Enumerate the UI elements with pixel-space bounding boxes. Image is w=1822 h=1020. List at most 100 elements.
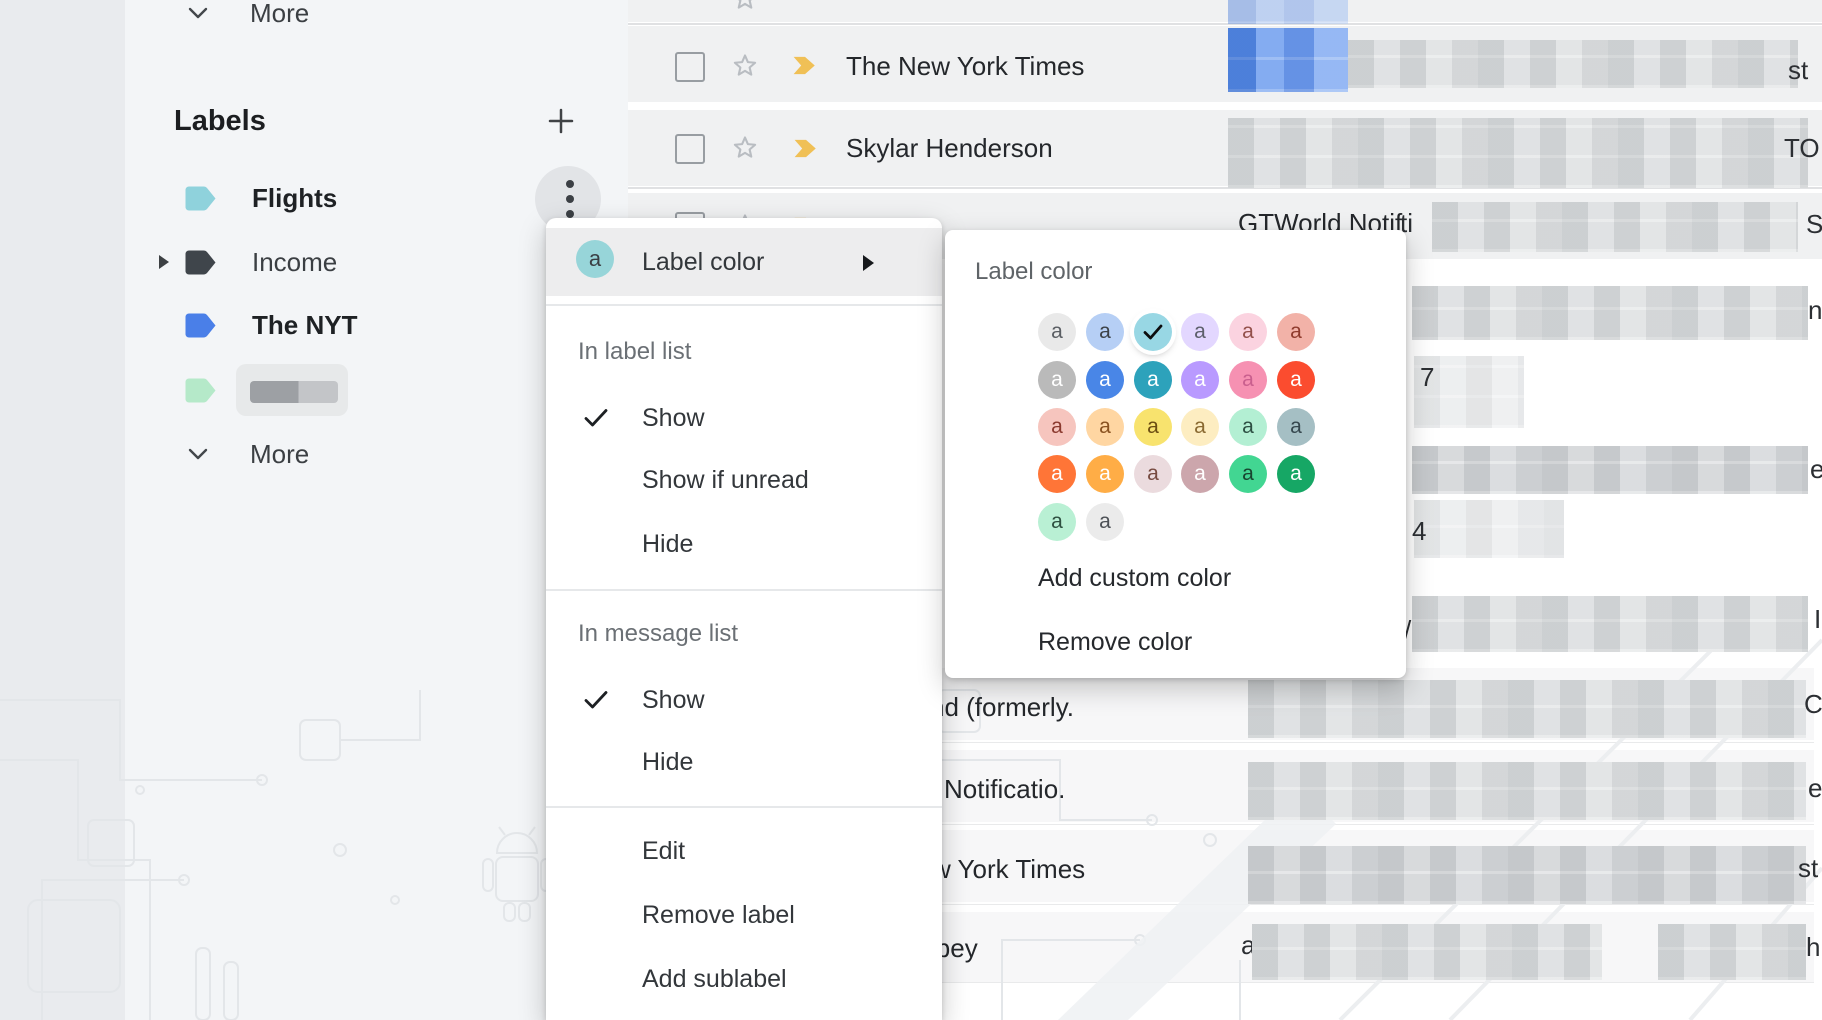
swatch-letter: a (1051, 462, 1063, 485)
menu-item-edit[interactable]: Edit (642, 835, 685, 867)
menu-divider (546, 589, 942, 591)
subject-fragment: e (1810, 453, 1822, 485)
color-swatch[interactable]: a (1277, 361, 1315, 399)
importance-marker-icon[interactable] (792, 54, 818, 77)
blurred-row (1414, 500, 1564, 558)
sidebar-label-flights[interactable]: Flights (252, 181, 337, 215)
menu-section-in-label-list: In label list (578, 336, 691, 368)
swatch-letter: a (1099, 368, 1111, 391)
color-swatch[interactable]: a (1086, 361, 1124, 399)
label-color-popup: Label color a a a a a a a a a a a a a a … (945, 230, 1406, 678)
color-swatch[interactable]: a (1086, 408, 1124, 446)
menu-item-remove-label[interactable]: Remove label (642, 899, 795, 931)
text-fragment: 7 (1420, 361, 1434, 393)
swatch-letter: a (1194, 462, 1206, 485)
select-checkbox[interactable] (675, 134, 705, 164)
color-swatch[interactable]: a (1038, 503, 1076, 541)
redacted-label-text (250, 381, 338, 403)
color-swatch[interactable]: a (1181, 313, 1219, 351)
menu-item-hide-messages[interactable]: Hide (642, 746, 693, 778)
color-swatch[interactable]: a (1086, 503, 1124, 541)
email-sender-fragment[interactable]: nd (formerly. (930, 690, 1074, 724)
star-icon[interactable] (730, 133, 760, 163)
swatch-letter: a (1147, 462, 1159, 485)
blurred-subject (1248, 762, 1806, 820)
color-swatch[interactable]: a (1134, 361, 1172, 399)
create-label-button[interactable] (546, 106, 576, 136)
menu-item-hide[interactable]: Hide (642, 528, 693, 560)
blurred-row (1412, 286, 1808, 340)
color-swatch[interactable]: a (1181, 455, 1219, 493)
color-swatch[interactable]: a (1229, 361, 1267, 399)
color-swatch[interactable]: a (1229, 313, 1267, 351)
email-sender-fragment[interactable]: w York Times (932, 852, 1085, 886)
submenu-arrow-icon (862, 254, 875, 272)
swatch-letter: a (1242, 368, 1254, 391)
star-icon[interactable] (730, 0, 760, 14)
color-swatch[interactable]: a (1038, 313, 1076, 351)
swatch-letter: a (1147, 368, 1159, 391)
color-swatch[interactable]: a (1038, 408, 1076, 446)
color-swatch[interactable]: a (1229, 408, 1267, 446)
menu-item-show[interactable]: Show (642, 402, 705, 434)
color-swatch[interactable]: a (1086, 455, 1124, 493)
swatch-letter: a (1242, 415, 1254, 438)
swatch-letter: a (1194, 368, 1206, 391)
menu-divider (546, 806, 942, 808)
email-sender[interactable]: The New York Times (846, 49, 1084, 83)
menu-item-show-if-unread[interactable]: Show if unread (642, 464, 809, 496)
blurred-row (1412, 446, 1808, 494)
sidebar-label-income[interactable]: Income (252, 245, 337, 279)
chevron-down-icon[interactable] (184, 442, 212, 466)
chevron-down-icon[interactable] (184, 1, 212, 25)
color-swatch[interactable]: a (1086, 313, 1124, 351)
menu-item-add-sublabel[interactable]: Add sublabel (642, 963, 787, 995)
star-icon[interactable] (730, 51, 760, 81)
sidebar-item-more-collapsed[interactable]: More (250, 0, 309, 29)
color-swatch-selected[interactable] (1134, 313, 1172, 351)
color-swatch[interactable]: a (1277, 455, 1315, 493)
email-sender[interactable]: Skylar Henderson (846, 131, 1053, 165)
text-fragment: 4 (1412, 515, 1426, 547)
dot (566, 195, 574, 203)
menu-item-show-messages[interactable]: Show (642, 684, 705, 716)
subject-fragment: e (1808, 772, 1822, 804)
email-sender-fragment[interactable]: Notificatio. (944, 772, 1065, 806)
blurred-subject (1228, 118, 1808, 188)
color-swatch[interactable]: a (1038, 455, 1076, 493)
check-icon (582, 404, 610, 432)
sidebar-item-more-labels[interactable]: More (250, 438, 309, 470)
expander-right-icon[interactable] (157, 254, 170, 270)
color-swatch[interactable]: a (1277, 408, 1315, 446)
swatch-letter: a (1051, 368, 1063, 391)
swatch-letter: a (1242, 320, 1254, 343)
email-row-partial (628, 0, 1822, 22)
color-swatch[interactable]: a (1134, 455, 1172, 493)
check-icon (1141, 320, 1165, 344)
remove-color-button[interactable]: Remove color (1038, 626, 1192, 658)
color-swatch[interactable]: a (1038, 361, 1076, 399)
color-swatch[interactable]: a (1229, 455, 1267, 493)
importance-marker-icon[interactable] (793, 137, 819, 160)
dot (566, 180, 574, 188)
swatch-letter: a (1194, 415, 1206, 438)
check-icon (582, 686, 610, 714)
sidebar-label-the-nyt[interactable]: The NYT (252, 308, 357, 342)
subject-fragment: C (1804, 688, 1822, 720)
swatch-letter: a (1290, 368, 1302, 391)
subject-fragment: I (1814, 603, 1821, 635)
add-custom-color-button[interactable]: Add custom color (1038, 562, 1231, 594)
select-checkbox[interactable] (675, 52, 705, 82)
color-swatch[interactable]: a (1181, 408, 1219, 446)
color-swatch[interactable]: a (1181, 361, 1219, 399)
blurred-row (1412, 596, 1808, 652)
color-swatch[interactable]: a (1134, 408, 1172, 446)
swatch-letter: a (1099, 320, 1111, 343)
swatch-letter: a (1099, 462, 1111, 485)
labels-heading: Labels (174, 103, 266, 139)
color-swatch[interactable]: a (1277, 313, 1315, 351)
swatch-letter: a (1051, 415, 1063, 438)
menu-section-in-message-list: In message list (578, 618, 738, 650)
blurred-content (1228, 0, 1348, 24)
swatch-letter: a (1099, 415, 1111, 438)
